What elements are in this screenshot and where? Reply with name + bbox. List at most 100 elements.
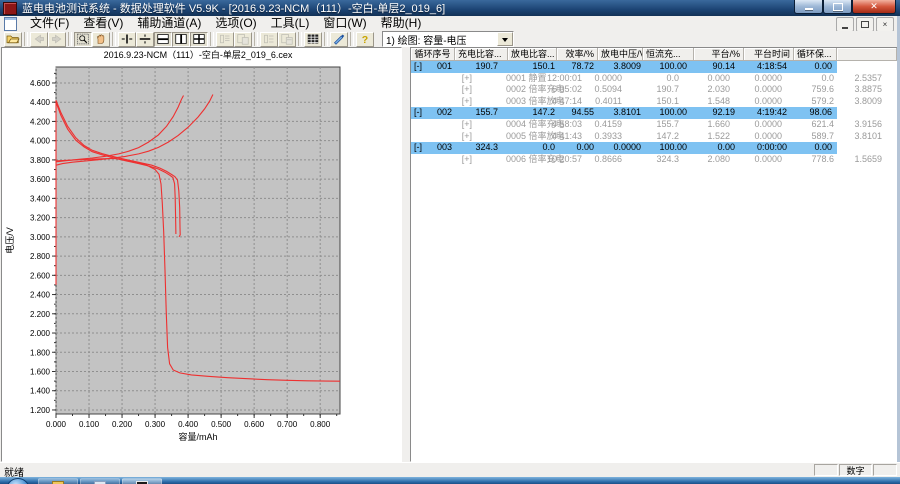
- narrow-x-button[interactable]: [118, 31, 136, 47]
- cell: 150.1: [656, 95, 679, 106]
- table-header-row[interactable]: 循环序号 充电比容... 放电比容... 效率/% 放电中压/V 恒流充... 平台/% 平台…: [411, 48, 897, 61]
- cell: 0001 静置: [506, 72, 547, 83]
- collapse-toggle[interactable]: [-]: [414, 142, 422, 154]
- taskbar-item-active[interactable]: [122, 478, 162, 484]
- list-collapse-icon: [220, 34, 230, 44]
- column-header-4[interactable]: 放电中压/V: [598, 48, 643, 61]
- narrow-y-button[interactable]: [136, 31, 154, 47]
- column-header-1[interactable]: 充电比容...: [455, 48, 508, 61]
- x-axis-title: 容量/mAh: [178, 431, 217, 442]
- mdi-minimize-button[interactable]: [836, 17, 854, 32]
- split-quad-button[interactable]: [190, 31, 208, 47]
- x-tick-label: 0.700: [277, 420, 298, 429]
- report-expand-button: [278, 31, 296, 47]
- expand-toggle[interactable]: [+]: [462, 154, 472, 166]
- collapse-toggle[interactable]: [-]: [414, 107, 422, 119]
- close-icon: ✕: [870, 1, 878, 11]
- y-tick-label: 4.600: [30, 79, 51, 88]
- cell: 3.8875: [854, 84, 882, 95]
- mdi-close-button[interactable]: ×: [876, 17, 894, 32]
- column-header-3[interactable]: 效率/%: [557, 48, 598, 61]
- y-tick-label: 2.400: [30, 291, 51, 300]
- cell: 100.00: [659, 107, 687, 118]
- menu-item-1[interactable]: 查看(V): [76, 16, 130, 31]
- cell: 10:20:57: [546, 153, 582, 164]
- document-icon[interactable]: [4, 16, 17, 31]
- taskbar-item-2[interactable]: [80, 478, 120, 484]
- minimize-button[interactable]: [794, 0, 823, 14]
- capacity-voltage-chart[interactable]: 4.600 4.400 4.200 4.000 3.800 3.600 3.400 3.200…: [2, 48, 401, 461]
- column-header-8[interactable]: 循环保...: [794, 48, 837, 61]
- cycle-row[interactable]: [-] 002 155.7 147.2 94.55 3.8101 100.00 92.19 4:…: [411, 107, 897, 119]
- cell: 0.0000: [754, 118, 782, 129]
- split-quad-icon: [193, 34, 205, 44]
- x-tick-label: 0.300: [145, 420, 166, 429]
- y-axis-title: 电压/V: [4, 227, 15, 254]
- help-button[interactable]: ?: [356, 31, 374, 47]
- cell: 778.6: [811, 153, 834, 164]
- y-tick-label: 2.800: [30, 252, 51, 261]
- maximize-button[interactable]: [823, 0, 852, 14]
- cell: 147.2: [656, 130, 679, 141]
- split-vertical-icon: [175, 34, 187, 44]
- cell: 150.1: [532, 61, 555, 71]
- expand-toggle[interactable]: [+]: [462, 96, 472, 108]
- split-vertical-button[interactable]: [172, 31, 190, 47]
- cell: 90.14: [712, 61, 735, 71]
- column-header-0[interactable]: 循环序号: [411, 48, 455, 61]
- chevron-down-icon[interactable]: [497, 32, 513, 46]
- column-header-9[interactable]: [837, 48, 897, 61]
- column-header-5[interactable]: 恒流充...: [643, 48, 694, 61]
- menu-item-5[interactable]: 窗口(W): [316, 16, 373, 31]
- column-header-6[interactable]: 平台/%: [694, 48, 744, 61]
- cycle-row[interactable]: [-] 001 190.7 150.1 78.72 3.8009 100.00 90.14 4:…: [411, 61, 897, 73]
- menu-item-0[interactable]: 文件(F): [23, 16, 76, 31]
- menu-item-3[interactable]: 选项(O): [208, 16, 263, 31]
- menu-item-4[interactable]: 工具(L): [264, 16, 317, 31]
- cell: 98.06: [809, 107, 832, 118]
- split-horizontal-button[interactable]: [154, 31, 172, 47]
- column-header-7[interactable]: 平台时间: [744, 48, 794, 61]
- y-tick-label: 4.000: [30, 137, 51, 146]
- zoom-select-button[interactable]: [74, 31, 92, 47]
- x-tick-label: 0.200: [112, 420, 133, 429]
- cell: 4:58:03: [551, 118, 582, 129]
- column-header-2[interactable]: 放电比容...: [508, 48, 557, 61]
- chart-pane[interactable]: 4.600 4.400 4.200 4.000 3.800 3.600 3.400 3.200…: [1, 47, 402, 462]
- y-tick-label: 2.000: [30, 329, 51, 338]
- y-tick-label: 3.800: [30, 156, 51, 165]
- expand-toggle[interactable]: [+]: [462, 119, 472, 131]
- cycle-row[interactable]: [-] 003 324.3 0.0 0.00 0.0000 100.00 0.00 0:00:0…: [411, 142, 897, 154]
- cell: 4:18:54: [756, 61, 787, 71]
- y-tick-label: 3.400: [30, 194, 51, 203]
- step-row[interactable]: [+] 0002 倍率充电 6:05:02 0.5094 190.7 2.030 0.000…: [411, 84, 897, 96]
- plot-type-dropdown[interactable]: 1) 绘图: 容量-电压: [382, 31, 514, 47]
- collapse-toggle[interactable]: [-]: [414, 61, 422, 73]
- expand-toggle[interactable]: [+]: [462, 84, 472, 96]
- menu-item-6[interactable]: 帮助(H): [374, 16, 429, 31]
- step-row[interactable]: [+] 0001 静置 12:00:01 0.0000 0.0 0.000 0.0000 0.…: [411, 73, 897, 85]
- list-expand-icon: [237, 34, 249, 45]
- plot-area[interactable]: [55, 66, 341, 415]
- x-tick-label: 0.600: [244, 420, 265, 429]
- expand-toggle[interactable]: [+]: [462, 73, 472, 85]
- close-button[interactable]: ✕: [852, 0, 896, 14]
- cell: 78.72: [571, 61, 594, 71]
- step-row[interactable]: [+] 0005 倍率放电 4:41:43 0.3933 147.2 1.522 0.000…: [411, 131, 897, 143]
- cell: 0.0000: [594, 72, 622, 83]
- cell: 6:05:02: [551, 84, 582, 95]
- mdi-restore-button[interactable]: [856, 17, 874, 32]
- split-horizontal-icon: [157, 34, 169, 44]
- step-row[interactable]: [+] 0006 倍率充电 10:20:57 0.8666 324.3 2.080 0.00…: [411, 154, 897, 166]
- step-row[interactable]: [+] 0003 倍率放电 4:47:14 0.4011 150.1 1.548 0.000…: [411, 96, 897, 108]
- expand-toggle[interactable]: [+]: [462, 131, 472, 143]
- taskbar-item-1[interactable]: [38, 478, 78, 484]
- cell: 324.3: [475, 142, 498, 153]
- pan-hand-button[interactable]: [92, 31, 110, 47]
- step-row[interactable]: [+] 0004 倍率充电 4:58:03 0.4159 155.7 1.660 0.000…: [411, 119, 897, 131]
- data-grid-button[interactable]: [304, 31, 322, 47]
- menu-item-2[interactable]: 辅助通道(A): [130, 16, 208, 31]
- start-button[interactable]: [6, 478, 30, 484]
- annotate-pen-button[interactable]: [330, 31, 348, 47]
- open-file-button[interactable]: [4, 31, 22, 47]
